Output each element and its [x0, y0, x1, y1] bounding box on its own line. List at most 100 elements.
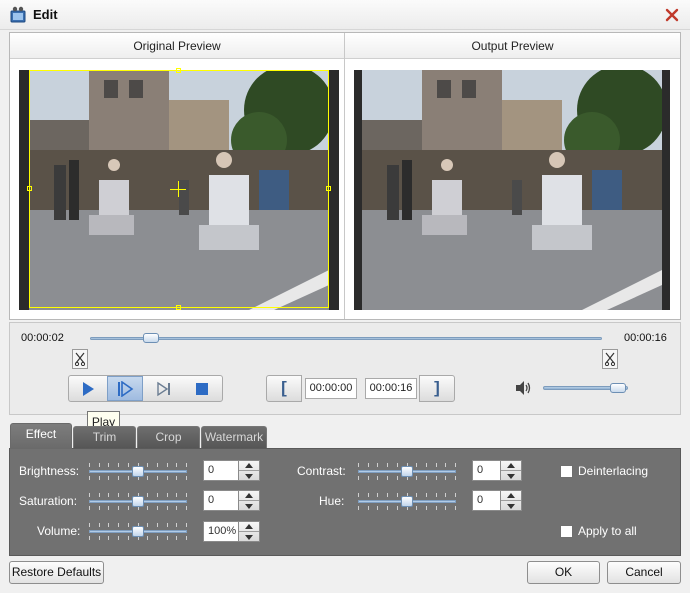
original-preview-header: Original Preview — [10, 33, 344, 59]
contrast-slider-tick — [387, 463, 388, 467]
contrast-slider-tick — [377, 476, 378, 480]
volume-slider-tick — [128, 523, 129, 527]
volume-slider-tick — [108, 523, 109, 527]
timeline-start-time: 00:00:02 — [21, 332, 64, 344]
hue-slider-tick — [455, 493, 456, 497]
crop-handle-left[interactable] — [27, 186, 32, 191]
brightness-slider-thumb[interactable] — [132, 466, 144, 477]
hue-slider-tick — [377, 493, 378, 497]
saturation-slider-tick — [176, 506, 177, 510]
hue-spinner[interactable] — [500, 490, 522, 511]
timeline-track[interactable] — [90, 337, 602, 340]
next-frame-icon — [157, 381, 170, 396]
tab-effect[interactable]: Effect — [10, 423, 72, 449]
brightness-input[interactable]: 0 — [203, 460, 239, 481]
preview-divider — [344, 33, 345, 319]
close-icon[interactable] — [662, 5, 682, 25]
saturation-slider-tick — [99, 506, 100, 510]
contrast-label: Contrast: — [297, 464, 346, 478]
trim-end-marker[interactable] — [602, 349, 618, 369]
hue-slider-tick — [397, 493, 398, 497]
crop-handle-top[interactable] — [176, 68, 181, 73]
volume-slider-tick — [176, 536, 177, 540]
contrast-slider-tick — [368, 476, 369, 480]
brightness-slider-tick — [186, 463, 187, 467]
contrast-slider-tick — [426, 476, 427, 480]
hue-input[interactable]: 0 — [472, 490, 502, 511]
play-icon — [83, 381, 94, 396]
volume-spinner[interactable] — [238, 521, 260, 542]
brightness-slider-tick — [167, 463, 168, 467]
hue-slider-tick — [416, 506, 417, 510]
clip-end-time[interactable]: 00:00:16 — [365, 378, 417, 399]
contrast-input[interactable]: 0 — [472, 460, 502, 481]
saturation-slider-tick — [186, 493, 187, 497]
film-icon — [9, 6, 27, 24]
saturation-input[interactable]: 0 — [203, 490, 239, 511]
brightness-slider-tick — [157, 476, 158, 480]
contrast-slider-tick — [455, 476, 456, 480]
contrast-slider-tick — [426, 463, 427, 467]
volume-slider-tick — [186, 536, 187, 540]
contrast-slider-tick — [436, 463, 437, 467]
volume-thumb[interactable] — [609, 383, 626, 393]
brightness-slider-tick — [128, 476, 129, 480]
set-end-button[interactable]: ] — [419, 375, 455, 402]
output-preview-header: Output Preview — [345, 33, 680, 59]
ok-button[interactable]: OK — [527, 561, 600, 584]
next-frame-button[interactable] — [146, 376, 182, 401]
volume-slider-thumb[interactable] — [132, 526, 144, 537]
volume-slider-tick — [118, 536, 119, 540]
volume-slider-tick — [99, 536, 100, 540]
saturation-slider-tick — [128, 506, 129, 510]
tab-crop[interactable]: Crop — [137, 426, 200, 448]
tab-watermark[interactable]: Watermark — [201, 426, 267, 448]
timeline-thumb[interactable] — [143, 333, 160, 343]
volume-slider-tick — [89, 536, 90, 540]
crop-handle-bottom[interactable] — [176, 305, 181, 310]
stop-button[interactable] — [184, 376, 220, 401]
volume-slider-tick — [157, 523, 158, 527]
hue-slider-thumb[interactable] — [401, 496, 413, 507]
volume-slider-tick — [99, 523, 100, 527]
brightness-slider-tick — [186, 476, 187, 480]
apply-to-all-checkbox[interactable] — [560, 525, 573, 538]
saturation-slider-tick — [99, 493, 100, 497]
cancel-button[interactable]: Cancel — [607, 561, 681, 584]
deinterlacing-label: Deinterlacing — [578, 464, 649, 478]
brightness-slider-tick — [176, 476, 177, 480]
saturation-slider-tick — [167, 493, 168, 497]
saturation-slider-thumb[interactable] — [132, 496, 144, 507]
volume-label: Volume: — [37, 524, 81, 538]
speaker-icon[interactable] — [514, 380, 532, 396]
timeline-end-time: 00:00:16 — [624, 332, 667, 344]
set-start-button[interactable]: [ — [266, 375, 302, 402]
volume-input[interactable]: 100% — [203, 521, 239, 542]
saturation-slider-tick — [108, 493, 109, 497]
saturation-slider-tick — [157, 493, 158, 497]
volume-slider-tick — [167, 536, 168, 540]
stop-icon — [196, 382, 208, 395]
volume-slider-tick — [157, 536, 158, 540]
clip-start-time[interactable]: 00:00:00 — [305, 378, 357, 399]
restore-defaults-button[interactable]: Restore Defaults — [9, 561, 104, 584]
saturation-slider-tick — [157, 506, 158, 510]
deinterlacing-checkbox[interactable] — [560, 465, 573, 478]
contrast-spinner[interactable] — [500, 460, 522, 481]
brightness-spinner[interactable] — [238, 460, 260, 481]
play-button[interactable] — [70, 376, 106, 401]
tab-trim[interactable]: Trim — [73, 426, 136, 448]
play-segment-button[interactable] — [107, 376, 143, 401]
trim-start-marker[interactable] — [72, 349, 88, 369]
contrast-slider-tick — [358, 476, 359, 480]
volume-slider-tick — [118, 523, 119, 527]
brightness-slider-tick — [89, 476, 90, 480]
saturation-slider-tick — [118, 506, 119, 510]
saturation-slider-tick — [147, 506, 148, 510]
contrast-slider-thumb[interactable] — [401, 466, 413, 477]
saturation-spinner[interactable] — [238, 490, 260, 511]
brightness-slider-tick — [108, 463, 109, 467]
hue-slider-tick — [445, 493, 446, 497]
crop-handle-right[interactable] — [326, 186, 331, 191]
contrast-slider-tick — [377, 463, 378, 467]
